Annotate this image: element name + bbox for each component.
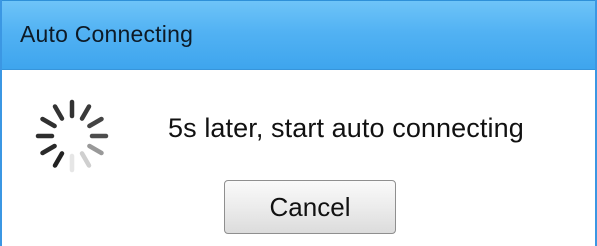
dialog-titlebar[interactable]: Auto Connecting	[2, 0, 595, 70]
auto-connecting-dialog: Auto Connecting 5s later, start auto con…	[0, 0, 597, 246]
cancel-button[interactable]: Cancel	[224, 180, 396, 234]
status-message: 5s later, start auto connecting	[168, 113, 524, 143]
loading-spinner-icon	[32, 96, 112, 176]
dialog-title: Auto Connecting	[20, 21, 194, 47]
